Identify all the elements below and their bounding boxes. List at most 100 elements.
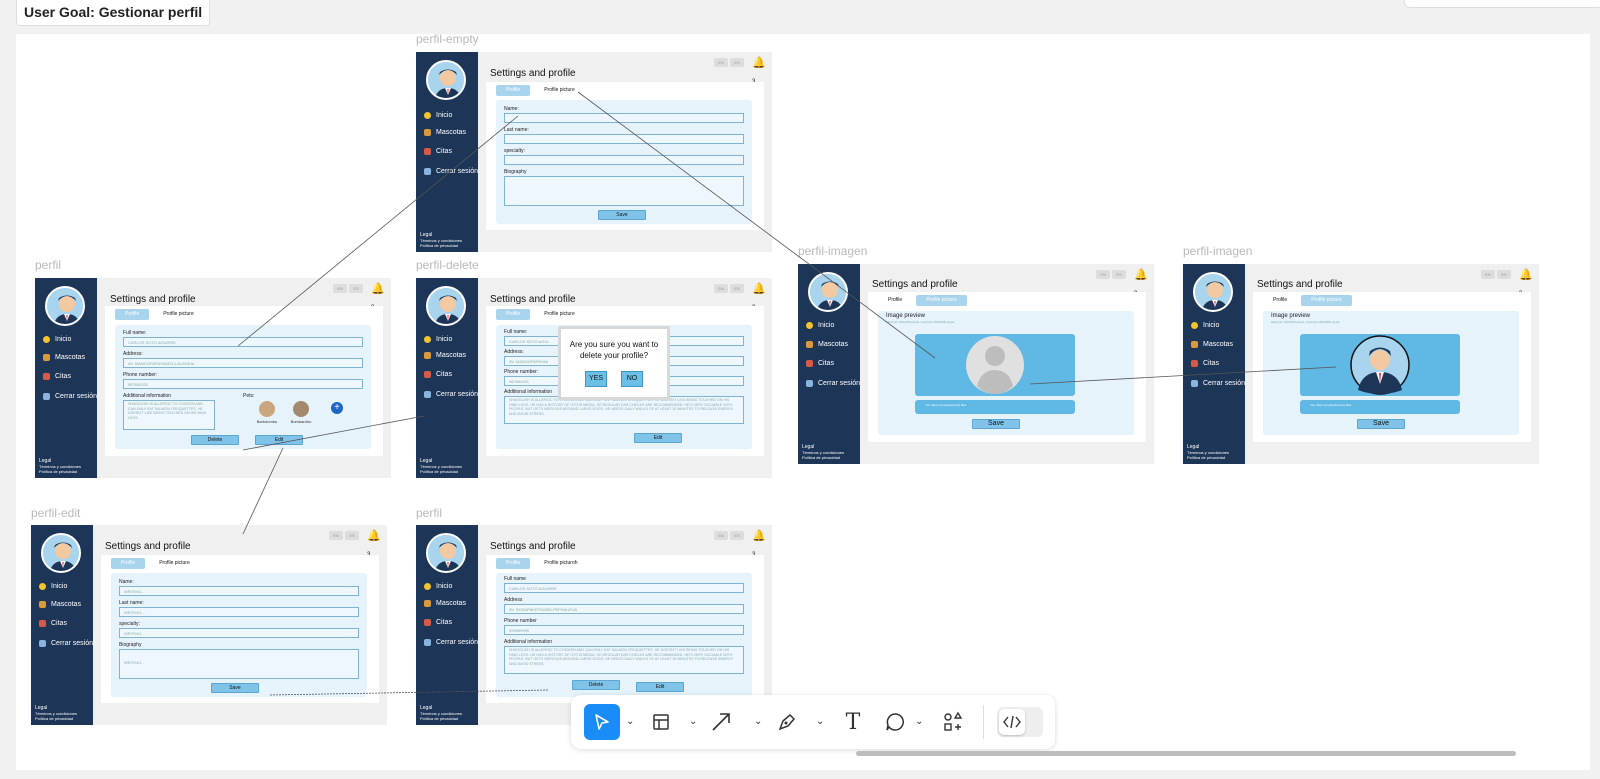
fullname-field[interactable]: CARLOS SOTO AGUIRRE <box>504 583 744 593</box>
tab-profile-picture[interactable]: Profile picture <box>916 295 967 306</box>
nav-inicio[interactable]: Inicio <box>424 112 452 119</box>
file-selection-bar[interactable]: You have not selected any files <box>915 400 1075 414</box>
biography-field[interactable] <box>504 176 744 206</box>
tab-profile-picture[interactable]: Profile picturoh <box>534 558 588 569</box>
nav-citas[interactable]: Citas <box>1191 360 1219 367</box>
text-tool[interactable]: T <box>835 704 871 740</box>
frame-label-perfil-bottom[interactable]: perfil <box>416 506 442 520</box>
chevron-down-icon[interactable]: ⌄ <box>626 716 634 727</box>
nav-citas[interactable]: Citas <box>43 373 71 380</box>
no-button[interactable]: NO <box>621 371 643 387</box>
lastname-field[interactable]: WRITING... <box>119 607 359 617</box>
dev-mode-toggle[interactable] <box>997 707 1043 737</box>
arrow-tool[interactable] <box>703 704 739 740</box>
notification-bell-icon[interactable]: 🔔3 <box>367 529 381 558</box>
horizontal-scrollbar[interactable] <box>856 751 1516 756</box>
specialty-field[interactable] <box>504 155 744 165</box>
nav-cerrar-sesion[interactable]: Cerrar sesión <box>424 168 478 175</box>
language-switch[interactable]: EN ES <box>1481 270 1511 279</box>
add-pet-icon[interactable]: + <box>331 402 343 414</box>
tab-profile-picture[interactable]: Profile picture <box>153 309 204 320</box>
additional-field[interactable]: SHAGGUSH IS ALLERGIC TO CHICKEN AND CAN … <box>504 396 744 424</box>
nav-cerrar-sesion[interactable]: Cerrar sesión <box>43 393 97 400</box>
lastname-field[interactable] <box>504 134 744 144</box>
save-button[interactable]: Save <box>211 683 259 693</box>
pointer-tool[interactable] <box>584 704 620 740</box>
pet-card-2[interactable]: Bombardiro <box>287 401 315 424</box>
frame-label-perfil-delete[interactable]: perfil-delete <box>416 258 479 272</box>
chevron-down-icon[interactable]: ⌄ <box>915 716 923 727</box>
tab-profile[interactable]: Profile <box>115 309 150 320</box>
pet-card-1[interactable]: Bartolombu <box>253 401 281 424</box>
nav-mascotas[interactable]: Mascotas <box>424 600 466 607</box>
biography-field[interactable]: WRITING... <box>119 649 359 679</box>
nav-cerrar-sesion[interactable]: Cerrar sesión <box>424 391 478 398</box>
frame-perfil-edit[interactable]: Inicio Mascotas Citas Cerrar sesión Lega… <box>31 525 387 725</box>
notification-bell-icon[interactable]: 🔔3 <box>371 282 385 311</box>
nav-citas[interactable]: Citas <box>424 371 452 378</box>
notification-bell-icon[interactable]: 🔔3 <box>752 282 766 311</box>
frame-perfil-imagen-1[interactable]: Inicio Mascotas Citas Cerrar sesión Lega… <box>798 264 1154 464</box>
tab-profile-picture[interactable]: Profile picture <box>1301 295 1352 306</box>
nav-inicio[interactable]: Inicio <box>39 583 67 590</box>
address-field[interactable]: AV. MANGOPAPAYA#321-LALANDIA <box>123 358 363 368</box>
nav-mascotas[interactable]: Mascotas <box>806 341 848 348</box>
language-switch[interactable]: EN ES <box>333 284 363 293</box>
nav-mascotas[interactable]: Mascotas <box>43 354 85 361</box>
notification-bell-icon[interactable]: 🔔3 <box>1519 268 1533 297</box>
nav-citas[interactable]: Citas <box>424 148 452 155</box>
components-tool[interactable] <box>935 704 971 740</box>
delete-button[interactable]: Delete <box>191 435 239 445</box>
language-switch[interactable]: EN ES <box>714 531 744 540</box>
frame-perfil-empty[interactable]: Inicio Mascotas Citas Cerrar sesión Lega… <box>416 52 772 252</box>
notification-bell-icon[interactable]: 🔔3 <box>752 529 766 558</box>
frame-label-perfil-imagen-1[interactable]: perfil-imagen <box>798 244 867 258</box>
nav-mascotas[interactable]: Mascotas <box>1191 341 1233 348</box>
delete-button[interactable]: Delete <box>572 680 620 690</box>
chevron-down-icon[interactable]: ⌄ <box>689 716 697 727</box>
edit-button[interactable]: Edit <box>255 435 303 445</box>
fullname-field[interactable]: CARLOS SOTO AGUIRRE <box>123 337 363 347</box>
nav-cerrar-sesion[interactable]: Cerrar sesión <box>424 639 478 646</box>
image-preview-area[interactable] <box>1300 334 1460 396</box>
comment-tool[interactable] <box>877 704 913 740</box>
nav-cerrar-sesion[interactable]: Cerrar sesión <box>1191 380 1245 387</box>
edit-button[interactable]: Edit <box>634 433 682 443</box>
chevron-down-icon[interactable]: ⌄ <box>754 716 762 727</box>
nav-citas[interactable]: Citas <box>39 620 67 627</box>
notification-bell-icon[interactable]: 🔔3 <box>752 56 766 85</box>
tab-profile[interactable]: Profile <box>496 558 531 569</box>
edit-button[interactable]: Edit <box>636 682 684 692</box>
frame-perfil-delete[interactable]: Inicio Mascotas Citas Cerrar sesión Lega… <box>416 278 772 478</box>
language-switch[interactable]: EN ES <box>329 531 359 540</box>
address-field[interactable]: AV. ROSAPAKETE#385-PEPINILIEVA <box>504 604 744 614</box>
image-preview-area[interactable] <box>915 334 1075 396</box>
language-switch[interactable]: EN ES <box>1096 270 1126 279</box>
nav-mascotas[interactable]: Mascotas <box>39 601 81 608</box>
name-field[interactable] <box>504 113 744 123</box>
additional-field[interactable]: SHAGGUSH IS ALLERGIC TO CHICKEN AND CAN … <box>504 646 744 674</box>
frame-label-perfil[interactable]: perfil <box>35 258 61 272</box>
nav-inicio[interactable]: Inicio <box>806 322 834 329</box>
nav-citas[interactable]: Citas <box>806 360 834 367</box>
phone-field[interactable]: 987654321 <box>123 379 363 389</box>
chevron-down-icon[interactable]: ⌄ <box>816 716 824 727</box>
language-switch[interactable]: EN ES <box>714 58 744 67</box>
frame-label-perfil-edit[interactable]: perfil-edit <box>31 506 80 520</box>
save-button[interactable]: Save <box>1357 419 1405 429</box>
nav-inicio[interactable]: Inicio <box>1191 322 1219 329</box>
yes-button[interactable]: YES <box>585 371 607 387</box>
pen-tool[interactable] <box>769 704 805 740</box>
tab-profile-picture[interactable]: Profile picture <box>534 309 585 320</box>
notification-bell-icon[interactable]: 🔔3 <box>1134 268 1148 297</box>
language-switch[interactable]: EN ES <box>714 284 744 293</box>
frame-perfil[interactable]: Inicio Mascotas Citas Cerrar sesión Lega… <box>35 278 391 478</box>
frame-tool[interactable] <box>643 704 679 740</box>
tab-profile[interactable]: Profile <box>878 295 913 306</box>
nav-inicio[interactable]: Inicio <box>43 336 71 343</box>
frame-label-perfil-empty[interactable]: perfil-empty <box>416 32 479 46</box>
tab-profile[interactable]: Profile <box>1263 295 1298 306</box>
nav-citas[interactable]: Citas <box>424 619 452 626</box>
tab-profile[interactable]: Profile <box>496 85 531 96</box>
frame-label-perfil-imagen-2[interactable]: perfil-imagen <box>1183 244 1252 258</box>
